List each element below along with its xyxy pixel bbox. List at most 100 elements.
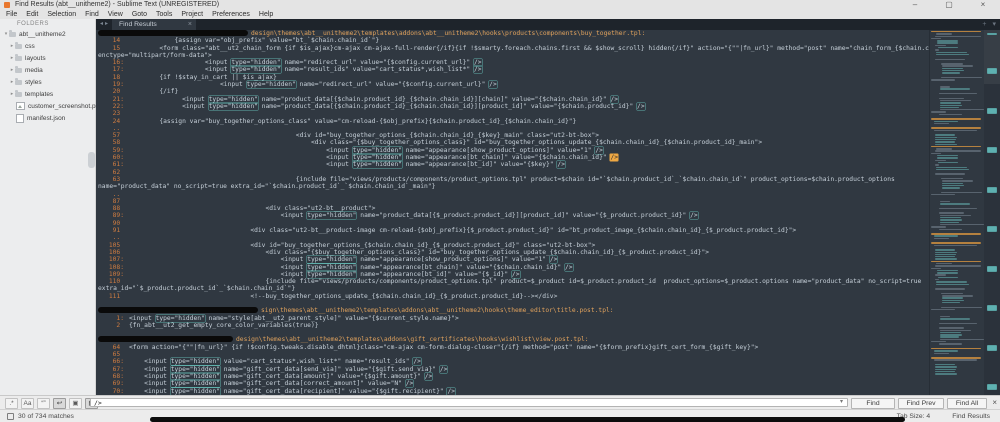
tab-label: Find Results [119,21,157,28]
file-tree: ▾ abt__unitheme2 ▸ css ▸ layouts ▸ media ▸ styles… [0,28,96,124]
search-match: /> [565,263,573,271]
sidebar-item-label: layouts [25,54,46,62]
find-prev-button[interactable]: Find Prev [898,398,944,409]
menu-item-tools[interactable]: Tools [156,10,172,19]
result-line-text: <input type="hidden" name="gift_cert_dat… [129,365,448,373]
find-toggles: .*Aa“”↩▣▤ [5,398,98,409]
file-header-line: sign\themes\abt__unitheme2\templates\add… [96,307,930,314]
search-match: type="hidden" [307,256,357,264]
case-sensitive-toggle[interactable]: Aa [21,398,34,409]
scrollbar-viewport[interactable] [984,30,1000,84]
new-tab-icon[interactable]: + [982,19,986,30]
sidebar-item-css[interactable]: ▸ css [0,40,96,52]
sidebar-item-layouts[interactable]: ▸ layouts [0,52,96,64]
result-line-text: <div id="buy_together_options_{$chain.ch… [129,132,600,140]
sidebar-item-abt-unitheme2[interactable]: ▾ abt__unitheme2 [0,28,96,40]
sidebar-item-manifest-json[interactable]: manifest.json [0,112,96,124]
sidebar-item-media[interactable]: ▸ media [0,64,96,76]
search-match: /> [610,95,619,103]
sidebar-item-label: templates [25,90,54,98]
menu-item-goto[interactable]: Goto [132,10,147,19]
minimap-line [930,373,984,375]
redaction-mark [98,30,248,36]
result-line-text: {if !$stay_in_cart || $is_ajax} [129,73,277,81]
result-line: .. [96,191,930,198]
sidebar-item-templates[interactable]: ▸ templates [0,88,96,100]
window-title: Find Results (abt__unitheme2) - Sublime … [15,1,220,8]
find-panel-close-icon[interactable]: × [992,396,997,409]
find-results-lines: design\themes\abt__unitheme2\templates\a… [96,30,930,395]
result-line: extra_id="`$_product.product_id`_`$chain… [96,285,930,292]
menu-item-help[interactable]: Help [259,10,273,19]
file-icon [16,113,24,123]
sidebar-item-customer-screenshot-png[interactable]: customer_screenshot.png [0,100,96,112]
result-line-text: <input type="hidden" name="product_data[… [129,95,619,103]
result-line: 19: <input type="hidden" name="redirect_… [96,81,930,88]
result-line-number: 58 [112,139,124,147]
result-line-text: <form class="abt__ut2_chain_form {if $is… [129,44,930,52]
maximize-button[interactable]: ▢ [932,0,966,10]
tab-overflow-icon[interactable]: ▾ [992,19,996,30]
search-match: /> [413,358,421,366]
search-match: /> [690,212,698,220]
result-line: 21: <input type="hidden" name="product_d… [96,96,930,103]
search-match: /> [489,81,497,89]
minimap[interactable] [930,31,984,395]
find-input-dropdown-icon[interactable]: ▾ [840,398,843,407]
menu-item-view[interactable]: View [108,10,123,19]
tab-find-results[interactable]: Find Results × [112,19,196,30]
result-line-number: 14 [112,37,124,45]
tab-close-icon[interactable]: × [188,19,192,30]
editor[interactable]: design\themes\abt__unitheme2\templates\a… [96,30,1000,395]
find-buttons: Find Find Prev Find All [851,398,987,409]
window: Find Results (abt__unitheme2) - Sublime … [0,0,1000,422]
result-line-number: 87 [112,197,124,205]
result-line-number: .. [112,190,124,198]
menu-item-preferences[interactable]: Preferences [212,10,250,19]
scrollbar-annotations[interactable] [984,30,1000,395]
result-line-text: <input type="hidden" name="product_data[… [129,102,645,110]
minimize-button[interactable]: – [898,0,932,10]
result-line-number: 91 [112,227,124,235]
menu-item-find[interactable]: Find [85,10,99,19]
result-line: 22: <input type="hidden" name="product_d… [96,103,930,110]
search-match: type="hidden" [246,81,296,89]
search-match: /> [474,66,482,74]
search-match: /> [424,372,433,380]
sidebar-scrollbar-thumb[interactable] [88,152,95,168]
syntax-indicator[interactable]: Find Results [952,413,990,420]
in-selection-toggle[interactable]: ▣ [69,398,82,409]
wrap-toggle[interactable]: ↩ [53,398,66,409]
sidebar-item-styles[interactable]: ▸ styles [0,76,96,88]
tab-history-forward-icon[interactable]: ▸ [105,21,110,27]
regex-toggle[interactable]: .* [5,398,18,409]
find-all-button[interactable]: Find All [947,398,987,409]
menu-item-file[interactable]: File [6,10,17,19]
find-input[interactable] [90,398,848,407]
image-file-icon [16,102,25,110]
search-match: /> [439,365,448,373]
whole-word-toggle[interactable]: “” [37,398,50,409]
result-line-number: 108: [108,263,124,271]
search-match: type="hidden" [352,146,402,154]
match-tick [987,187,997,189]
result-line: 91 <div class="ut2-bt__product-image cm-… [96,227,930,234]
close-button[interactable]: × [966,0,1000,10]
result-line [96,329,930,336]
search-match: type="hidden" [208,95,258,103]
result-line-number: 61: [112,161,124,169]
result-line-number: 107: [108,256,124,264]
result-line: 57 <div id="buy_together_options_{$chain… [96,132,930,139]
result-line: 15 <form class="abt__ut2_chain_form {if … [96,45,930,52]
result-line-number: 15 [112,44,124,52]
find-button[interactable]: Find [851,398,895,409]
result-line: 17: <input type="hidden" name="result_id… [96,66,930,73]
menu-item-selection[interactable]: Selection [47,10,76,19]
result-line-number: 19: [112,81,124,89]
result-line-number: 88 [112,205,124,213]
menu-item-edit[interactable]: Edit [26,10,38,19]
search-match: /> [637,102,645,110]
menu-item-project[interactable]: Project [181,10,203,19]
result-line-text: extra_id="`$_product.product_id`_`$chain… [98,285,296,293]
result-line-number: 1: [116,314,124,322]
